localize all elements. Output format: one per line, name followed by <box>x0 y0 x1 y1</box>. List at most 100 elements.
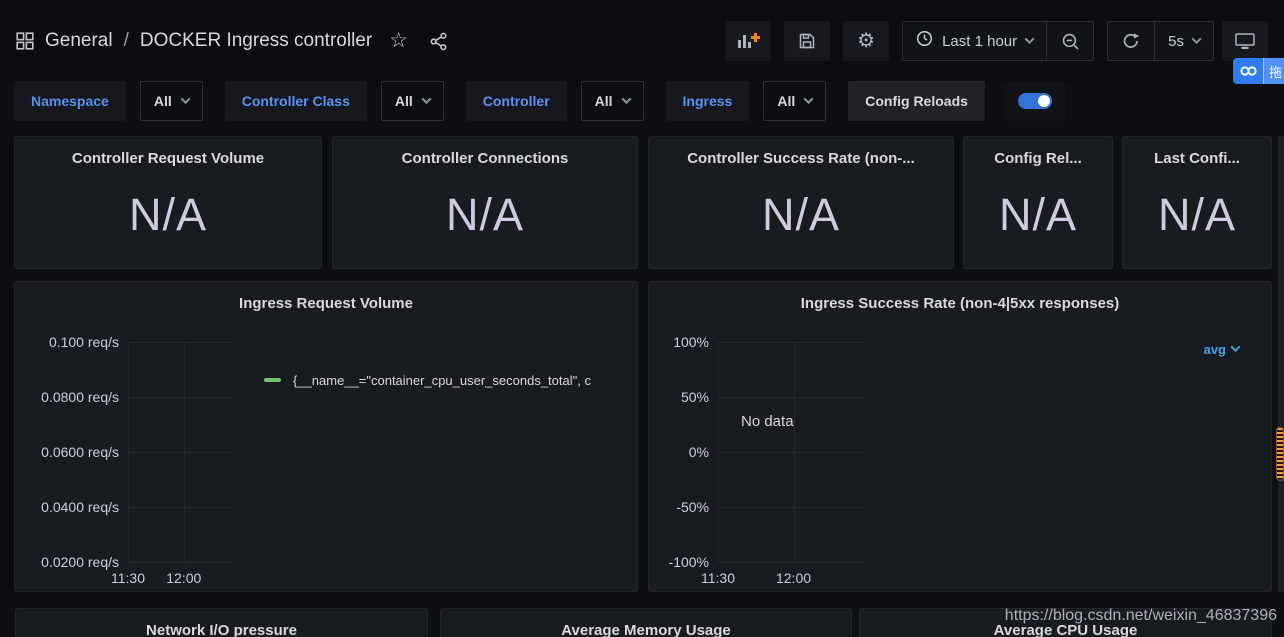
gear-icon: ⚙ <box>857 31 875 51</box>
y-tick-label: -50% <box>676 498 709 516</box>
clock-icon <box>916 30 933 52</box>
star-icon[interactable]: ☆ <box>389 31 408 51</box>
panel-title[interactable]: Controller Request Volume <box>15 137 321 167</box>
zoom-out-time-button[interactable] <box>1047 22 1093 60</box>
chevron-down-icon <box>1231 342 1241 352</box>
gridline <box>718 507 864 508</box>
y-tick-label: -100% <box>669 553 709 571</box>
time-picker-group: Last 1 hour <box>902 21 1094 61</box>
panel-title[interactable]: Ingress Success Rate (non-4|5xx response… <box>649 282 1271 312</box>
refresh-button[interactable] <box>1108 22 1154 60</box>
legend-avg-dropdown[interactable]: avg <box>1204 342 1239 357</box>
time-range-picker[interactable]: Last 1 hour <box>903 22 1046 60</box>
toggle-knob <box>1038 95 1050 107</box>
variable-controller-class: Controller Class All <box>225 81 444 121</box>
panel-title[interactable]: Network I/O pressure <box>16 609 427 637</box>
y-tick-label: 0.0400 req/s <box>41 498 119 516</box>
gridline <box>718 342 719 562</box>
x-tick-label: 11:30 <box>111 570 145 586</box>
legend-series-label[interactable]: {__name__="container_cpu_user_seconds_to… <box>293 373 591 388</box>
variable-label: Controller <box>466 81 567 121</box>
legend-series-swatch <box>264 378 281 382</box>
stat-value: N/A <box>1123 189 1271 241</box>
panel-title[interactable]: Average Memory Usage <box>441 609 851 637</box>
dashboard-title[interactable]: DOCKER Ingress controller <box>140 30 372 52</box>
x-tick-label: 11:30 <box>701 570 735 586</box>
ingress-dropdown[interactable]: All <box>763 81 826 121</box>
chevron-down-icon <box>421 94 431 104</box>
cycle-view-mode-button[interactable] <box>1222 21 1268 61</box>
variables-row: Namespace All Controller Class All Contr… <box>14 81 1065 121</box>
config-reloads-toggle-box <box>1005 81 1065 121</box>
variable-ingress: Ingress All <box>666 81 827 121</box>
stat-value: N/A <box>333 189 637 241</box>
gridline <box>794 342 795 562</box>
csdn-watermark: https://blog.csdn.net/weixin_46837396 <box>1005 607 1277 625</box>
panel-ingress-success-rate: Ingress Success Rate (non-4|5xx response… <box>648 281 1272 592</box>
chevron-down-icon <box>804 94 814 104</box>
add-panel-button[interactable] <box>725 21 771 61</box>
panel-title[interactable]: Controller Connections <box>333 137 637 167</box>
gridline <box>128 342 129 562</box>
y-tick-label: 0.100 req/s <box>49 333 119 351</box>
gridline <box>128 562 234 563</box>
namespace-dropdown[interactable]: All <box>140 81 203 121</box>
plot-area[interactable] <box>128 342 234 562</box>
gridline <box>128 507 234 508</box>
y-axis-labels: 100%50%0%-50%-100% <box>649 342 718 562</box>
panel-title[interactable]: Controller Success Rate (non-... <box>649 137 953 167</box>
panel-title[interactable]: Config Rel... <box>964 137 1112 167</box>
gridline <box>718 562 864 563</box>
panel-controller-success-rate: Controller Success Rate (non-... N/A <box>648 136 954 269</box>
panel-config-reloads: Config Rel... N/A <box>963 136 1113 269</box>
dashboard-settings-button[interactable]: ⚙ <box>843 21 889 61</box>
y-tick-label: 0.0200 req/s <box>41 553 119 571</box>
variable-controller: Controller All <box>466 81 644 121</box>
variable-label: Namespace <box>14 81 126 121</box>
chevron-down-icon <box>180 94 190 104</box>
breadcrumb-separator: / <box>124 30 129 52</box>
controller-dropdown[interactable]: All <box>581 81 644 121</box>
gridline <box>718 452 864 453</box>
config-reloads-toggle[interactable] <box>1018 93 1052 109</box>
x-axis-labels: 11:3012:00 <box>718 570 864 590</box>
refresh-interval-label: 5s <box>1168 33 1184 50</box>
netdisk-extension-badge[interactable]: 拖 <box>1233 58 1284 84</box>
panel-title[interactable]: Last Confi... <box>1123 137 1271 167</box>
plot-area[interactable] <box>718 342 864 562</box>
chevron-down-icon <box>1025 34 1035 44</box>
legend-item[interactable]: {__name__="container_cpu_user_seconds_to… <box>264 371 638 389</box>
variable-namespace: Namespace All <box>14 81 203 121</box>
refresh-interval-picker[interactable]: 5s <box>1155 22 1213 60</box>
panel-network-io-pressure: Network I/O pressure <box>15 608 428 637</box>
controller-class-dropdown[interactable]: All <box>381 81 444 121</box>
x-tick-label: 12:00 <box>776 570 811 586</box>
scrollbar-thumb-marker[interactable] <box>1276 427 1284 481</box>
refresh-group: 5s <box>1107 21 1214 61</box>
y-tick-label: 0% <box>689 443 709 461</box>
y-tick-label: 0.0800 req/s <box>41 388 119 406</box>
no-data-text: No data <box>741 413 794 430</box>
badge-text: 拖 <box>1263 58 1284 84</box>
share-icon[interactable] <box>429 32 448 51</box>
x-axis-labels: 11:3012:00 <box>128 570 234 590</box>
netdisk-cloud-icon <box>1233 58 1263 84</box>
dropdown-value: All <box>395 93 413 109</box>
save-dashboard-button[interactable] <box>784 21 830 61</box>
gridline <box>718 342 864 343</box>
panel-title[interactable]: Ingress Request Volume <box>15 282 637 312</box>
gridline <box>128 397 234 398</box>
variable-label: Ingress <box>666 81 750 121</box>
panel-controller-request-volume: Controller Request Volume N/A <box>14 136 322 269</box>
config-reloads-label: Config Reloads <box>848 81 985 121</box>
stat-value: N/A <box>964 189 1112 241</box>
dashboard: General / DOCKER Ingress controller ☆ <box>0 0 1284 637</box>
breadcrumb: General / DOCKER Ingress controller ☆ <box>16 30 448 52</box>
apps-grid-icon[interactable] <box>16 32 34 50</box>
breadcrumb-folder[interactable]: General <box>45 30 113 52</box>
panel-controller-connections: Controller Connections N/A <box>332 136 638 269</box>
stat-value: N/A <box>649 189 953 241</box>
scrollbar-track[interactable] <box>1278 136 1284 592</box>
variable-label: Controller Class <box>225 81 367 121</box>
header-bar: General / DOCKER Ingress controller ☆ <box>0 0 1284 82</box>
